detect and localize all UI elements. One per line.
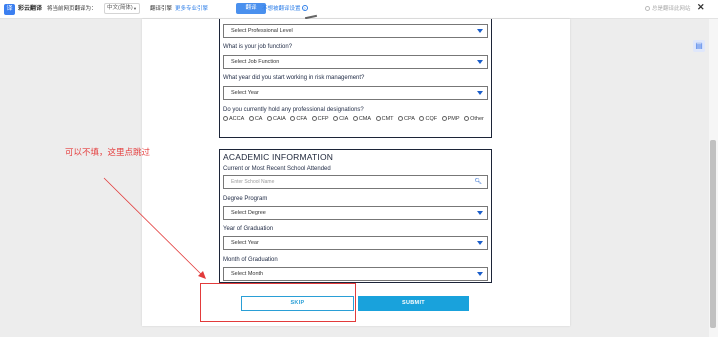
submit-button[interactable]: SUBMIT — [358, 296, 469, 311]
skip-button[interactable]: SKIP — [241, 296, 354, 311]
annotation-arrow — [103, 177, 206, 279]
